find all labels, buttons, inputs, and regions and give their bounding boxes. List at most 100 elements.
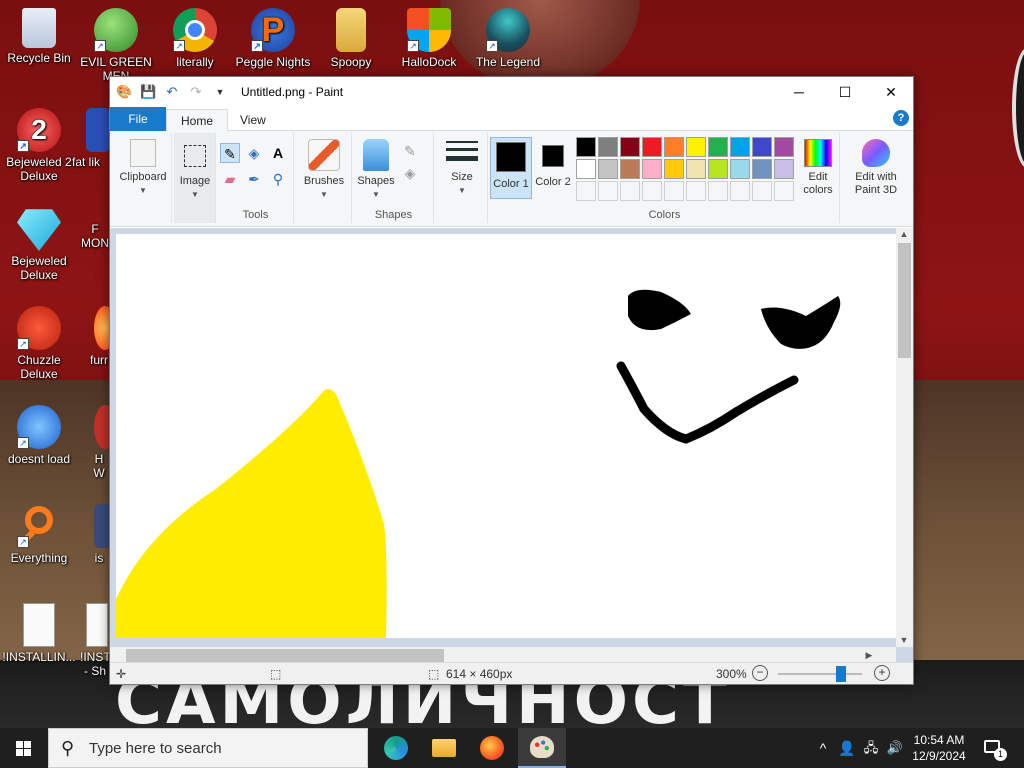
people-icon[interactable]: 👤 xyxy=(836,728,858,768)
maximize-button[interactable]: ☐ xyxy=(822,77,868,107)
color1-button[interactable]: Color 1 xyxy=(490,137,532,199)
palette-swatch[interactable] xyxy=(752,181,772,201)
magnifier-icon[interactable]: ⚲ xyxy=(268,169,288,189)
desktop-icon-label: furr xyxy=(90,353,108,367)
color2-button[interactable]: Color 2 xyxy=(534,137,572,199)
tab-home[interactable]: Home xyxy=(166,109,229,132)
desktop-icon-literally[interactable]: ↗ literally xyxy=(157,8,233,69)
zoom-slider-track[interactable] xyxy=(778,666,862,682)
desktop-icon-furr[interactable]: furr xyxy=(88,306,110,367)
fill-icon[interactable]: ◈ xyxy=(244,143,264,163)
volume-icon[interactable]: 🔊 xyxy=(884,728,906,768)
network-icon[interactable]: 🖧 xyxy=(860,728,882,768)
palette-swatch[interactable] xyxy=(598,159,618,179)
edit-with-paint3d-button[interactable]: Edit with Paint 3D xyxy=(844,139,908,197)
palette-swatch[interactable] xyxy=(620,137,640,157)
horizontal-scroll-thumb[interactable] xyxy=(126,649,444,662)
zoom-out-icon[interactable]: − xyxy=(752,665,768,681)
taskbar-search-box[interactable]: ⚲ Type here to search xyxy=(48,728,368,768)
tab-view[interactable]: View xyxy=(226,109,280,131)
shapes-button[interactable]: Shapes ▼ xyxy=(354,139,398,201)
tab-file[interactable]: File xyxy=(110,107,166,131)
desktop-icon-recycle-bin[interactable]: Recycle Bin xyxy=(1,8,77,65)
clipboard-button[interactable]: Clipboard ▼ xyxy=(117,139,169,197)
palette-swatch[interactable] xyxy=(576,159,596,179)
palette-swatch[interactable] xyxy=(642,181,662,201)
palette-swatch[interactable] xyxy=(730,181,750,201)
palette-swatch[interactable] xyxy=(598,137,618,157)
eraser-icon[interactable]: ▰ xyxy=(220,169,240,189)
scroll-down-icon[interactable]: ▼ xyxy=(897,632,911,649)
vertical-scrollbar[interactable]: ▲ ▼ xyxy=(896,228,913,647)
vertical-scroll-thumb[interactable] xyxy=(898,243,911,358)
show-hidden-icons[interactable]: ^ xyxy=(812,728,834,768)
drawing-canvas[interactable] xyxy=(116,234,896,638)
desktop-icon-bejeweled[interactable]: ↗ Bejeweled Deluxe xyxy=(1,207,77,282)
desktop-icon-peggle-nights[interactable]: P ↗ Peggle Nights xyxy=(234,8,312,69)
zoom-slider-thumb[interactable] xyxy=(836,666,846,682)
redo-icon[interactable]: ↷ xyxy=(188,84,204,100)
desktop-icon-is[interactable]: is xyxy=(88,504,110,565)
clock[interactable]: 10:54 AM 12/9/2024 xyxy=(908,728,970,768)
save-icon[interactable]: 💾 xyxy=(140,84,156,100)
palette-swatch[interactable] xyxy=(730,137,750,157)
color-picker-icon[interactable]: ✒ xyxy=(244,169,264,189)
palette-swatch[interactable] xyxy=(708,137,728,157)
palette-swatch[interactable] xyxy=(708,159,728,179)
customize-qat-icon[interactable]: ▼ xyxy=(212,84,228,100)
image-button[interactable]: Image ▼ xyxy=(176,139,214,201)
palette-swatch[interactable] xyxy=(774,181,794,201)
desktop-icon-bejeweled-2[interactable]: 2 ↗ Bejeweled 2 Deluxe xyxy=(1,108,77,183)
palette-swatch[interactable] xyxy=(686,137,706,157)
palette-swatch[interactable] xyxy=(774,137,794,157)
text-icon[interactable]: A xyxy=(268,143,288,163)
desktop-icon-the-legend[interactable]: ↗ The Legend xyxy=(470,8,546,69)
taskbar-paint[interactable] xyxy=(518,728,566,768)
desktop-icon-inst-shortcut[interactable]: !INST - Sh xyxy=(80,603,110,678)
pencil-icon[interactable]: ✎ xyxy=(220,143,240,163)
size-button[interactable]: Size ▼ xyxy=(440,139,484,197)
scroll-up-icon[interactable]: ▲ xyxy=(897,226,911,243)
desktop-icon-fat-lik[interactable]: fat lik xyxy=(72,108,112,169)
desktop-icon-installing[interactable]: !INSTALLIN... xyxy=(1,603,77,664)
desktop-icon-evil-green-men[interactable]: ↗ EVIL GREEN MEN xyxy=(78,8,154,83)
palette-swatch[interactable] xyxy=(642,137,662,157)
palette-swatch[interactable] xyxy=(752,137,772,157)
palette-swatch[interactable] xyxy=(752,159,772,179)
desktop-icon-everything[interactable]: ↗ Everything xyxy=(1,504,77,565)
help-button[interactable]: ? xyxy=(893,110,909,126)
palette-swatch[interactable] xyxy=(620,181,640,201)
desktop-icon-hw[interactable]: H W xyxy=(88,405,110,480)
palette-swatch[interactable] xyxy=(576,181,596,201)
palette-swatch[interactable] xyxy=(664,159,684,179)
palette-swatch[interactable] xyxy=(774,159,794,179)
undo-icon[interactable]: ↶ xyxy=(164,84,180,100)
desktop-icon-hallodock[interactable]: ↗ HalloDock xyxy=(391,8,467,69)
palette-swatch[interactable] xyxy=(730,159,750,179)
desktop-icon-spoopy[interactable]: Spoopy xyxy=(313,8,389,69)
outline-icon[interactable]: ✎ xyxy=(400,141,420,161)
palette-swatch[interactable] xyxy=(664,137,684,157)
palette-swatch[interactable] xyxy=(664,181,684,201)
fill-shape-icon[interactable]: ◈ xyxy=(400,163,420,183)
palette-swatch[interactable] xyxy=(708,181,728,201)
palette-swatch[interactable] xyxy=(598,181,618,201)
palette-swatch[interactable] xyxy=(686,181,706,201)
notification-center-button[interactable]: 1 xyxy=(978,728,1008,768)
start-button[interactable] xyxy=(0,728,48,768)
palette-swatch[interactable] xyxy=(686,159,706,179)
taskbar-firefox[interactable] xyxy=(468,728,516,768)
taskbar-file-explorer[interactable] xyxy=(420,728,468,768)
close-button[interactable]: ✕ xyxy=(868,77,914,107)
minimize-button[interactable]: ─ xyxy=(776,77,822,107)
edit-colors-button[interactable]: Edit colors xyxy=(796,139,840,197)
palette-swatch[interactable] xyxy=(642,159,662,179)
zoom-in-icon[interactable]: + xyxy=(874,665,890,681)
brushes-button[interactable]: Brushes ▼ xyxy=(298,139,350,201)
desktop-icon-doesnt-load[interactable]: ↗ doesnt load xyxy=(1,405,77,466)
desktop-icon-f-mon[interactable]: F MON xyxy=(78,222,112,250)
desktop-icon-chuzzle[interactable]: ↗ Chuzzle Deluxe xyxy=(1,306,77,381)
palette-swatch[interactable] xyxy=(620,159,640,179)
taskbar-edge[interactable] xyxy=(372,728,420,768)
palette-swatch[interactable] xyxy=(576,137,596,157)
